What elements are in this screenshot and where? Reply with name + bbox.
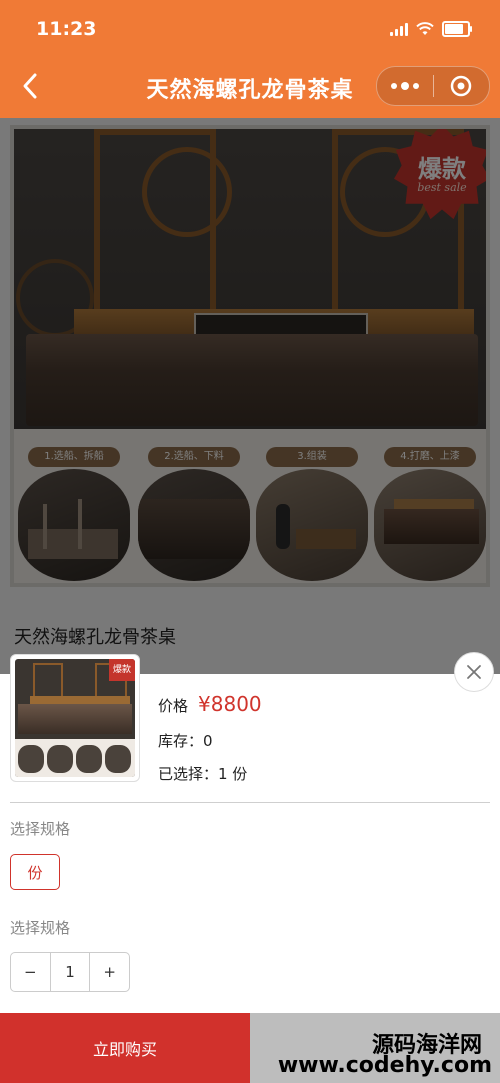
buy-now-button[interactable]: 立即购买: [0, 1013, 250, 1083]
spec-option-chip[interactable]: 份: [10, 854, 60, 890]
sku-sheet: 爆款 价格 ¥8800 库存：0 已选择：1 份 选择规格 份 选择规格 − 1…: [0, 652, 500, 1013]
selected-text: 已选择：1 份: [158, 765, 248, 783]
thumb-table-slab: [18, 704, 132, 734]
thumb-step: [18, 745, 44, 773]
price-label: 价格: [158, 697, 189, 715]
quantity-stepper: − 1 +: [10, 952, 130, 992]
close-sheet-button[interactable]: [454, 652, 494, 692]
thumb-step: [105, 745, 131, 773]
sku-thumbnail: 爆款: [10, 654, 140, 782]
header: 11:23 天然海螺孔龙骨茶桌: [0, 0, 500, 118]
close-icon: [467, 665, 481, 679]
divider: [10, 802, 490, 803]
watermark-url: www.codehy.com: [277, 1053, 492, 1078]
spec-label: 选择规格: [10, 820, 71, 838]
sku-info: 价格 ¥8800 库存：0 已选择：1 份: [158, 692, 262, 784]
status-time: 11:23: [36, 18, 97, 40]
close-program-button[interactable]: [433, 67, 489, 105]
more-dots-icon: [390, 81, 419, 90]
price-value: ¥8800: [198, 692, 262, 716]
decrement-button[interactable]: −: [11, 953, 50, 991]
price-row: 价格 ¥8800: [158, 692, 262, 716]
battery-icon: [442, 21, 472, 37]
quantity-label: 选择规格: [10, 919, 71, 937]
wifi-icon: [416, 22, 434, 35]
increment-button[interactable]: +: [90, 953, 129, 991]
stock-text: 库存：0: [158, 732, 213, 750]
quantity-value[interactable]: 1: [49, 953, 91, 991]
thumb-step: [47, 745, 73, 773]
signal-icon: [390, 22, 408, 36]
thumb-badge: 爆款: [109, 659, 135, 681]
more-button[interactable]: [377, 67, 433, 105]
target-circle-icon: [450, 75, 472, 97]
mini-program-capsule: [376, 66, 490, 106]
secondary-bar[interactable]: 源码海洋网 www.codehy.com: [250, 1013, 500, 1083]
status-icons: [390, 21, 472, 37]
modal-overlay[interactable]: [0, 118, 500, 674]
thumbnail-image: 爆款: [15, 659, 135, 777]
thumb-step: [76, 745, 102, 773]
